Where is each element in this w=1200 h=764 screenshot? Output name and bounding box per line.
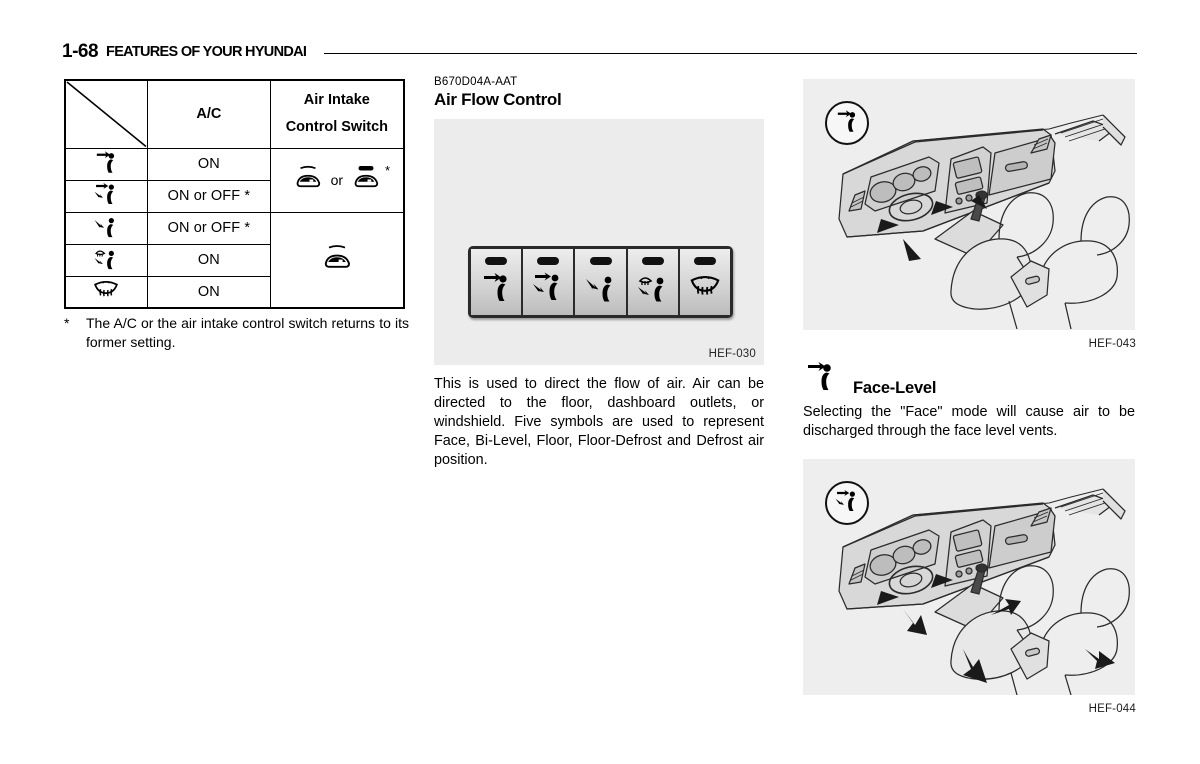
- intake-separator: or: [330, 172, 344, 188]
- mode-badge-bilevel: [825, 481, 869, 526]
- table-header-air-intake: Air Intake Control Switch: [269, 79, 405, 149]
- table-corner-diagonal-cell: [64, 79, 148, 149]
- air-flow-control-section: B670D04A-AAT Air Flow Control HEF-030 Th…: [434, 76, 764, 484]
- page-number: 1-68: [62, 41, 99, 62]
- defrost-mode-icon: [688, 271, 722, 308]
- table-header-air-intake-line1: Air Intake: [303, 92, 370, 109]
- switch-button-defrost[interactable]: [679, 249, 731, 315]
- switch-button-bilevel[interactable]: [523, 249, 576, 315]
- figure-hef-044: HEF-044: [803, 459, 1136, 715]
- led-indicator-icon: [641, 257, 664, 265]
- ac-value: ON: [146, 243, 271, 277]
- figure-label-bottom: HEF-044: [1088, 703, 1136, 716]
- page-title: FEATURES OF YOUR HYUNDAI: [106, 44, 307, 60]
- section-heading: Air Flow Control: [434, 90, 562, 109]
- face-level-heading-row: Face-Level: [803, 360, 1135, 398]
- face-level-title: Face-Level: [853, 379, 937, 397]
- mode-icon-cell-floor-defrost: [64, 243, 148, 277]
- intake-cell-top-group: or *: [269, 147, 405, 213]
- mode-settings-table: A/C Air Intake Control Switch ON or * ON…: [64, 79, 405, 309]
- switch-button-floor-defrost[interactable]: [627, 249, 680, 315]
- diagonal-line-icon: [66, 81, 147, 148]
- intake-asterisk: *: [385, 163, 391, 178]
- footnote-marker: *: [64, 315, 70, 331]
- ac-value: ON: [146, 275, 271, 309]
- ac-value: ON or OFF *: [146, 211, 271, 245]
- table-row: ON or *: [64, 147, 405, 213]
- switch-button-face[interactable]: [471, 249, 524, 315]
- switch-button-floor[interactable]: [575, 249, 628, 315]
- face-level-section: HEF-043 Face-Level Selecting the "Face" …: [803, 79, 1136, 715]
- table-header-ac: A/C: [146, 79, 271, 149]
- manual-page: 1-68 FEATURES OF YOUR HYUNDAI A/C Air In…: [0, 0, 1200, 764]
- header-divider: [324, 52, 1137, 54]
- face-mode-icon: [93, 150, 119, 178]
- floor-mode-icon: [93, 214, 119, 242]
- figure-label-top: HEF-043: [1088, 338, 1136, 350]
- face-mode-icon: [803, 360, 837, 398]
- mode-icon-cell-face: [64, 147, 148, 181]
- air-flow-switch-panel[interactable]: [468, 246, 733, 318]
- footnote-text: The A/C or the air intake control switch…: [86, 315, 409, 350]
- mode-badge-face: [825, 101, 869, 145]
- face-mode-icon: [479, 271, 513, 308]
- floor-defrost-mode-icon: [93, 246, 119, 274]
- fresh-air-icon: *: [351, 163, 390, 195]
- face-mode-icon: [834, 109, 860, 138]
- figure-hef-043: HEF-043: [803, 79, 1136, 350]
- table-footnote: * The A/C or the air intake control swit…: [64, 314, 409, 352]
- air-flow-control-body: This is used to direct the flow of air. …: [434, 376, 764, 469]
- led-indicator-icon: [485, 257, 508, 265]
- ac-value: ON: [146, 147, 271, 181]
- section-code: B670D04A-AAT: [434, 76, 518, 88]
- mode-icon-cell-bilevel: [64, 179, 148, 213]
- intake-cell-bottom-group: [269, 211, 405, 309]
- floor-defrost-mode-icon: [636, 271, 670, 308]
- led-indicator-icon: [693, 257, 716, 265]
- recirculation-icon: [321, 244, 353, 276]
- recirculation-icon: [293, 165, 323, 195]
- table-header-air-intake-line2: Control Switch: [285, 119, 388, 136]
- floor-mode-icon: [584, 271, 618, 308]
- figure-label: HEF-030: [708, 348, 756, 360]
- face-level-body: Selecting the "Face" mode will cause air…: [803, 404, 1135, 440]
- table-header-row: A/C Air Intake Control Switch: [64, 79, 405, 149]
- mode-icon-cell-floor: [64, 211, 148, 245]
- air-flow-control-figure: HEF-030: [434, 119, 764, 365]
- ac-value: ON or OFF *: [146, 179, 271, 213]
- led-indicator-icon: [589, 257, 612, 265]
- mode-icon-cell-defrost: [64, 275, 148, 309]
- page-header: 1-68 FEATURES OF YOUR HYUNDAI: [62, 38, 1137, 66]
- bilevel-mode-icon: [531, 271, 565, 308]
- bilevel-mode-icon: [93, 182, 119, 210]
- bilevel-mode-icon: [834, 489, 860, 518]
- table-row: ON or OFF *: [64, 211, 405, 309]
- defrost-mode-icon: [92, 278, 120, 306]
- led-indicator-icon: [537, 257, 560, 265]
